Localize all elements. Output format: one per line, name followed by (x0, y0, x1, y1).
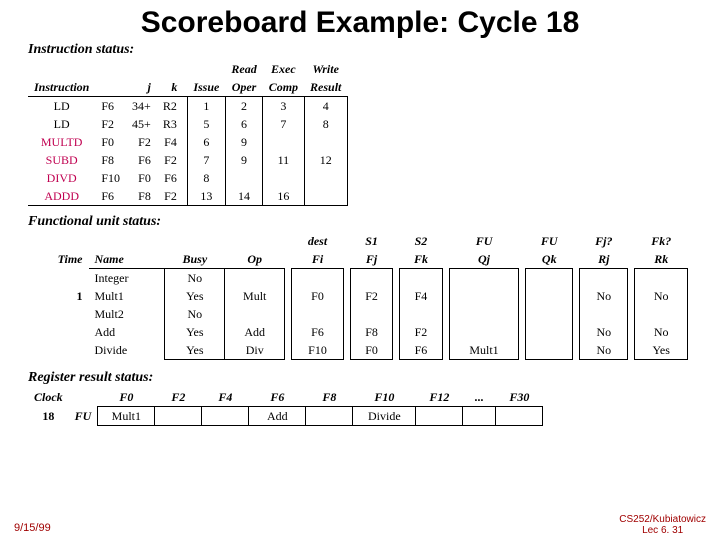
footer-date: 9/15/99 (14, 522, 51, 534)
footer-course: CS252/Kubiatowicz Lec 6. 31 (619, 514, 706, 536)
instruction-status-table: Read Exec Write Instruction j k Issue Op… (28, 60, 692, 206)
slide-title: Scoreboard Example: Cycle 18 (0, 0, 720, 40)
reg-status-table: Clock F0 F2 F4 F6 F8 F10 F12 ... F30 18 … (28, 388, 692, 426)
reg-status-label: Register result status: (28, 370, 720, 386)
instruction-status-label: Instruction status: (28, 42, 720, 58)
fu-status-table: dest S1 S2 FU FU Fj? Fk? Time Name Busy … (28, 232, 692, 360)
fu-status-label: Functional unit status: (28, 214, 720, 230)
